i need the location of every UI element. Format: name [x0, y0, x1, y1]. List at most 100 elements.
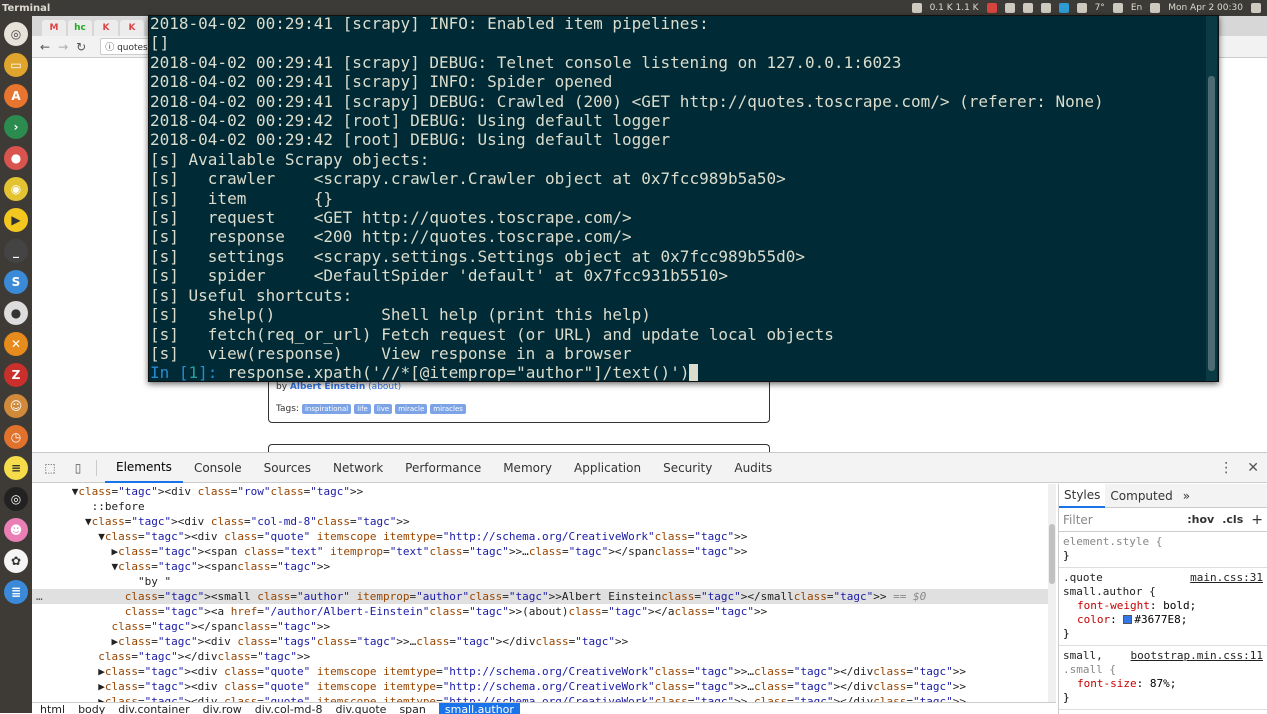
player-icon[interactable]: ▶ — [4, 208, 28, 232]
colors-icon[interactable]: ✿ — [4, 549, 28, 573]
stack-icon[interactable]: ≣ — [4, 580, 28, 604]
node-actions-icon[interactable]: … — [36, 589, 43, 604]
rule-source-link[interactable]: main.css:31 — [1190, 571, 1263, 585]
tomcat-icon[interactable]: ☺ — [4, 394, 28, 418]
breadcrumb-item[interactable]: div.row — [203, 703, 242, 714]
avatar-app-icon[interactable]: ☻ — [4, 518, 28, 542]
browser-tab[interactable]: hc — [68, 20, 92, 36]
tab-performance[interactable]: Performance — [394, 453, 492, 483]
dom-node[interactable]: class="tagc"></spanclass="tagc">> — [32, 619, 1056, 634]
toggle-app-icon[interactable]: ● — [4, 146, 28, 170]
breadcrumb-item[interactable]: span — [399, 703, 425, 714]
device-toolbar-icon[interactable]: ▯ — [68, 460, 88, 476]
moon-icon[interactable] — [1076, 3, 1087, 13]
skype-icon[interactable] — [1058, 3, 1069, 13]
clock[interactable]: Mon Apr 2 00:30 — [1168, 3, 1243, 13]
dom-scroll-thumb[interactable] — [1049, 524, 1055, 584]
terminal-scroll-thumb[interactable] — [1208, 76, 1215, 371]
browser-tab[interactable]: K — [94, 20, 118, 36]
sync-icon[interactable] — [1004, 3, 1015, 13]
more-tabs-icon[interactable]: » — [1178, 484, 1195, 508]
tab-elements[interactable]: Elements — [105, 453, 183, 483]
dom-node[interactable]: ▶class="tagc"><span class="text" itempro… — [32, 544, 1056, 559]
close-icon[interactable]: ✕ — [1247, 460, 1259, 476]
tag-link[interactable]: live — [373, 404, 393, 414]
dom-node[interactable]: ▶class="tagc"><div class="tags"class="ta… — [32, 634, 1056, 649]
browser-tab[interactable]: M — [42, 20, 66, 36]
inspect-element-icon[interactable]: ⬚ — [40, 460, 60, 476]
tag-link[interactable]: life — [354, 404, 371, 414]
recorder-icon[interactable] — [986, 3, 997, 13]
terminal-window[interactable]: 2018-04-02 00:29:41 [scrapy] INFO: Enabl… — [148, 15, 1219, 382]
about-link[interactable]: (about) — [368, 382, 401, 392]
breadcrumb-item[interactable]: div.quote — [335, 703, 386, 714]
reload-icon[interactable]: ↻ — [76, 40, 86, 54]
tab-audits[interactable]: Audits — [723, 453, 783, 483]
hov-toggle[interactable]: :hov — [1187, 513, 1214, 526]
notes-icon[interactable]: ≡ — [4, 456, 28, 480]
filter-input[interactable]: Filter — [1063, 513, 1093, 527]
tag-link[interactable]: inspirational — [301, 404, 352, 414]
chrome-icon[interactable]: ◉ — [4, 177, 28, 201]
element-style-rule[interactable]: element.style { } — [1059, 532, 1267, 568]
tag-link[interactable]: miracle — [395, 404, 428, 414]
dom-node[interactable]: ▼class="tagc"><div class="row"class="tag… — [32, 484, 1056, 499]
dom-node-selected[interactable]: … class="tagc"><small class="author" ite… — [32, 589, 1056, 604]
webcam-icon[interactable]: ● — [4, 301, 28, 325]
dom-scrollbar[interactable] — [1048, 484, 1056, 702]
dom-node[interactable]: ▶class="tagc"><div class="quote" itemsco… — [32, 664, 1056, 679]
css-rule[interactable]: main.css:31 .quote small.author { font-w… — [1059, 568, 1267, 646]
terminal-icon[interactable]: _ — [4, 239, 28, 263]
power-icon[interactable] — [1251, 3, 1261, 13]
breadcrumb-item[interactable]: div.col-md-8 — [255, 703, 323, 714]
color-swatch[interactable] — [1123, 615, 1133, 624]
breadcrumb-item[interactable]: html — [40, 703, 65, 714]
dom-node[interactable]: ▶class="tagc"><div class="quote" itemsco… — [32, 679, 1056, 694]
tab-network[interactable]: Network — [322, 453, 394, 483]
files-icon[interactable]: ▭ — [4, 53, 28, 77]
clock-app-icon[interactable]: ◷ — [4, 425, 28, 449]
weather-icon[interactable] — [1022, 3, 1033, 13]
sync-app-icon[interactable]: S — [4, 270, 28, 294]
forward-icon[interactable]: → — [58, 40, 68, 54]
terminal-green-icon[interactable]: › — [4, 115, 28, 139]
dom-node[interactable]: ▼class="tagc"><div class="col-md-8"class… — [32, 514, 1056, 529]
dom-node[interactable]: ::before — [32, 499, 1056, 514]
language-indicator[interactable]: En — [1131, 3, 1142, 13]
dom-node[interactable]: ▼class="tagc"><spanclass="tagc">> — [32, 559, 1056, 574]
network-speed-icon[interactable] — [911, 3, 922, 13]
css-property[interactable]: font-weight: bold; — [1063, 599, 1263, 613]
software-center-icon[interactable]: A — [4, 84, 28, 108]
tab-styles[interactable]: Styles — [1059, 484, 1106, 508]
dom-node[interactable]: class="tagc"></divclass="tagc">> — [32, 649, 1056, 664]
tab-sources[interactable]: Sources — [253, 453, 322, 483]
terminal-prompt-line[interactable]: In [1]: response.xpath('//*[@itemprop="a… — [150, 363, 1204, 381]
dom-tree[interactable]: ▼class="tagc"><div class="row"class="tag… — [32, 484, 1056, 702]
more-options-icon[interactable]: ⋮ — [1219, 460, 1233, 476]
css-rule[interactable]: bootstrap.min.css:11 small, .small { fon… — [1059, 646, 1267, 710]
rule-source-link[interactable]: bootstrap.min.css:11 — [1131, 649, 1263, 663]
volume-icon[interactable] — [1150, 3, 1161, 13]
dom-node[interactable]: ▼class="tagc"><div class="quote" itemsco… — [32, 529, 1056, 544]
tab-console[interactable]: Console — [183, 453, 253, 483]
breadcrumb-item[interactable]: body — [78, 703, 105, 714]
filezilla-icon[interactable]: Z — [4, 363, 28, 387]
breadcrumb-item[interactable]: small.author — [438, 703, 520, 714]
browser-tab[interactable]: K — [120, 20, 144, 36]
breadcrumb-item[interactable]: div.container — [118, 703, 189, 714]
tag-link[interactable]: miracles — [430, 404, 466, 414]
tab-memory[interactable]: Memory — [492, 453, 563, 483]
css-property[interactable]: font-size: 87%; — [1063, 677, 1263, 691]
dom-node[interactable]: class="tagc"><a href="/author/Albert-Ein… — [32, 604, 1056, 619]
new-rule-button[interactable]: + — [1251, 512, 1263, 528]
ubuntu-dash-icon[interactable]: ◎ — [4, 22, 28, 46]
css-property[interactable]: color: #3677E8; — [1063, 613, 1263, 627]
settings-icon[interactable] — [1040, 3, 1051, 13]
terminal-scrollbar[interactable] — [1206, 16, 1217, 381]
back-icon[interactable]: ← — [40, 40, 50, 54]
xampp-icon[interactable]: ✕ — [4, 332, 28, 356]
tab-security[interactable]: Security — [652, 453, 723, 483]
dom-node[interactable]: ▶class="tagc"><div class="quote" itemsco… — [32, 694, 1056, 702]
tab-application[interactable]: Application — [563, 453, 652, 483]
keyboard-icon[interactable] — [1112, 3, 1123, 13]
